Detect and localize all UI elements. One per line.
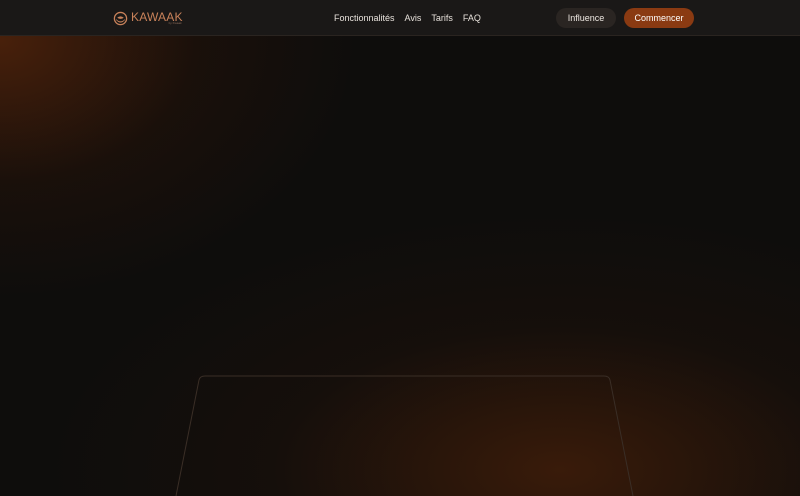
hero-preview-frame bbox=[175, 375, 634, 496]
landing-page: KAWAAK by Kwaak Fonctionnalités Avis Tar… bbox=[0, 0, 800, 496]
